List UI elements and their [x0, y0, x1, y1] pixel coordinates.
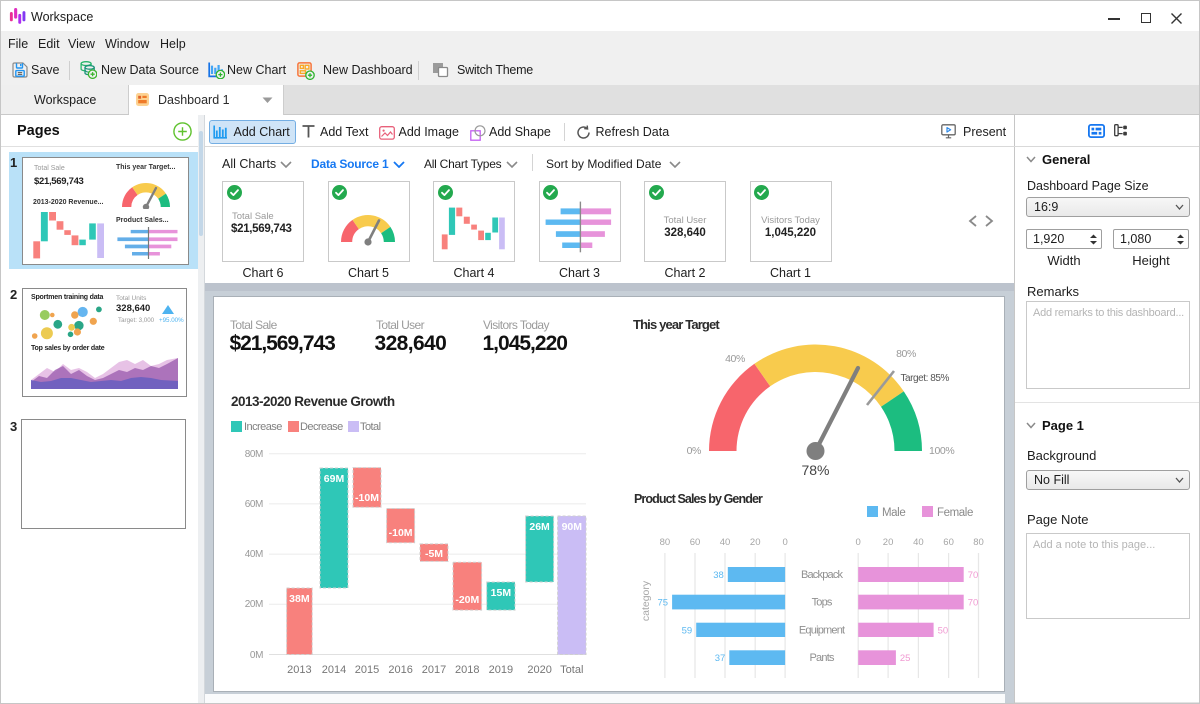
svg-text:40%: 40% — [725, 353, 745, 365]
svg-text:Female: Female — [937, 507, 973, 519]
svg-text:60M: 60M — [245, 499, 263, 510]
svg-text:15M: 15M — [491, 587, 512, 599]
svg-text:Target: 85%: Target: 85% — [901, 373, 950, 384]
svg-text:20: 20 — [750, 537, 761, 548]
svg-text:60: 60 — [943, 537, 954, 548]
svg-text:2018: 2018 — [455, 664, 479, 676]
svg-text:20: 20 — [883, 537, 894, 548]
svg-text:25: 25 — [900, 653, 911, 664]
svg-text:40M: 40M — [245, 549, 263, 560]
svg-text:75: 75 — [658, 598, 669, 609]
svg-text:70: 70 — [968, 570, 979, 581]
svg-text:80%: 80% — [896, 348, 916, 360]
svg-text:2020: 2020 — [527, 664, 551, 676]
svg-text:Tops: Tops — [812, 597, 833, 609]
svg-text:69M: 69M — [324, 473, 345, 485]
svg-text:-10M: -10M — [389, 527, 413, 539]
svg-text:38M: 38M — [289, 593, 310, 605]
svg-text:-10M: -10M — [355, 492, 379, 504]
svg-text:2019: 2019 — [489, 664, 513, 676]
svg-text:70: 70 — [968, 598, 979, 609]
svg-text:0: 0 — [782, 537, 787, 548]
svg-text:80: 80 — [973, 537, 984, 548]
svg-text:0%: 0% — [687, 445, 701, 457]
svg-text:37: 37 — [715, 653, 726, 664]
svg-text:Backpack: Backpack — [801, 569, 844, 581]
svg-text:40: 40 — [720, 537, 731, 548]
svg-text:90M: 90M — [562, 521, 583, 533]
svg-text:2015: 2015 — [355, 664, 379, 676]
svg-text:38: 38 — [713, 570, 724, 581]
svg-text:-5M: -5M — [425, 548, 443, 560]
svg-text:50: 50 — [938, 625, 949, 636]
svg-text:2013: 2013 — [287, 664, 311, 676]
svg-text:40: 40 — [913, 537, 924, 548]
svg-text:80M: 80M — [245, 449, 263, 460]
svg-text:0M: 0M — [250, 650, 263, 661]
svg-text:Total: Total — [560, 664, 583, 676]
svg-text:Equipment: Equipment — [799, 624, 845, 636]
svg-text:80: 80 — [660, 537, 671, 548]
svg-text:78%: 78% — [801, 462, 829, 478]
svg-text:category: category — [640, 580, 652, 621]
svg-text:26M: 26M — [529, 521, 550, 533]
svg-text:59: 59 — [682, 625, 693, 636]
svg-text:2017: 2017 — [422, 664, 446, 676]
svg-text:20M: 20M — [245, 599, 263, 610]
svg-text:0: 0 — [856, 537, 861, 548]
svg-text:2016: 2016 — [388, 664, 412, 676]
svg-text:Male: Male — [882, 507, 905, 519]
svg-text:-20M: -20M — [455, 594, 479, 606]
svg-text:60: 60 — [690, 537, 701, 548]
svg-text:100%: 100% — [929, 445, 954, 457]
svg-text:Pants: Pants — [810, 652, 835, 664]
svg-text:2014: 2014 — [322, 664, 346, 676]
